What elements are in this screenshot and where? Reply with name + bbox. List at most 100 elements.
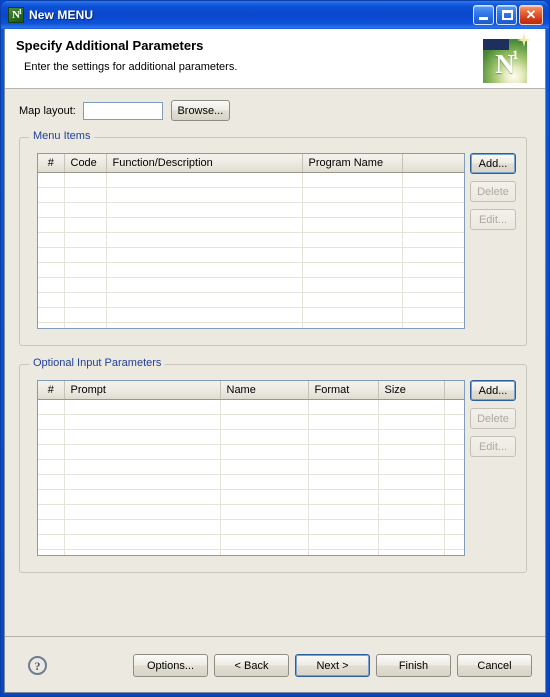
table-cell[interactable] (220, 474, 309, 490)
table-cell[interactable] (220, 429, 309, 445)
table-row[interactable] (38, 277, 464, 293)
column-header-format[interactable]: Format (308, 381, 379, 400)
table-cell[interactable] (444, 414, 464, 430)
maximize-button[interactable] (496, 5, 517, 25)
table-cell[interactable] (38, 262, 65, 278)
table-cell[interactable] (402, 202, 464, 218)
column-header-extra[interactable] (402, 154, 464, 173)
table-row[interactable] (38, 217, 464, 233)
table-row[interactable] (38, 414, 464, 430)
table-cell[interactable] (38, 489, 65, 505)
table-cell[interactable] (38, 399, 65, 415)
help-icon[interactable]: ? (28, 656, 47, 675)
column-header-function-description[interactable]: Function/Description (106, 154, 303, 173)
table-cell[interactable] (308, 474, 379, 490)
table-row[interactable] (38, 262, 464, 278)
optional-params-table[interactable]: # Prompt Name Format Size (37, 380, 465, 556)
table-cell[interactable] (378, 504, 445, 520)
table-cell[interactable] (220, 519, 309, 535)
table-row[interactable] (38, 292, 464, 308)
table-cell[interactable] (38, 474, 65, 490)
table-row[interactable] (38, 489, 464, 505)
optional-params-add-button[interactable]: Add... (470, 380, 516, 401)
table-cell[interactable] (378, 399, 445, 415)
table-row[interactable] (38, 307, 464, 323)
table-cell[interactable] (308, 519, 379, 535)
table-cell[interactable] (402, 172, 464, 188)
menu-items-table[interactable]: # Code Function/Description Program Name (37, 153, 465, 329)
table-cell[interactable] (38, 292, 65, 308)
table-cell[interactable] (220, 399, 309, 415)
table-cell[interactable] (308, 504, 379, 520)
table-cell[interactable] (302, 277, 403, 293)
table-cell[interactable] (378, 429, 445, 445)
table-cell[interactable] (402, 232, 464, 248)
table-cell[interactable] (106, 292, 303, 308)
table-row[interactable] (38, 534, 464, 550)
table-cell[interactable] (402, 262, 464, 278)
table-cell[interactable] (38, 217, 65, 233)
table-cell[interactable] (302, 217, 403, 233)
table-row[interactable] (38, 247, 464, 263)
browse-button[interactable]: Browse... (170, 100, 230, 121)
table-row[interactable] (38, 202, 464, 218)
column-header-program-name[interactable]: Program Name (302, 154, 403, 173)
map-layout-input[interactable] (82, 101, 163, 120)
table-cell[interactable] (64, 474, 221, 490)
column-header-name[interactable]: Name (220, 381, 309, 400)
table-cell[interactable] (220, 489, 309, 505)
column-header-number[interactable]: # (38, 381, 65, 400)
table-cell[interactable] (106, 322, 303, 328)
table-cell[interactable] (378, 549, 445, 555)
table-cell[interactable] (64, 217, 107, 233)
table-cell[interactable] (220, 504, 309, 520)
table-row[interactable] (38, 322, 464, 328)
column-header-code[interactable]: Code (64, 154, 107, 173)
table-cell[interactable] (308, 534, 379, 550)
table-cell[interactable] (64, 202, 107, 218)
title-bar[interactable]: N 1 New MENU ✕ (1, 1, 549, 29)
table-cell[interactable] (64, 187, 107, 203)
table-cell[interactable] (444, 504, 464, 520)
table-cell[interactable] (308, 549, 379, 555)
table-cell[interactable] (378, 414, 445, 430)
table-cell[interactable] (38, 519, 65, 535)
table-cell[interactable] (64, 444, 221, 460)
column-header-size[interactable]: Size (378, 381, 445, 400)
table-cell[interactable] (64, 399, 221, 415)
table-cell[interactable] (444, 534, 464, 550)
table-cell[interactable] (64, 292, 107, 308)
footer-button-options[interactable]: Options... (133, 654, 208, 677)
table-cell[interactable] (220, 549, 309, 555)
column-header-number[interactable]: # (38, 154, 65, 173)
table-cell[interactable] (302, 307, 403, 323)
table-cell[interactable] (64, 459, 221, 475)
table-cell[interactable] (38, 187, 65, 203)
table-cell[interactable] (106, 172, 303, 188)
column-header-prompt[interactable]: Prompt (64, 381, 221, 400)
table-row[interactable] (38, 172, 464, 188)
table-cell[interactable] (38, 549, 65, 555)
table-cell[interactable] (302, 292, 403, 308)
table-cell[interactable] (402, 217, 464, 233)
table-cell[interactable] (308, 444, 379, 460)
table-row[interactable] (38, 519, 464, 535)
table-cell[interactable] (302, 172, 403, 188)
table-row[interactable] (38, 429, 464, 445)
table-cell[interactable] (444, 444, 464, 460)
table-cell[interactable] (302, 322, 403, 328)
table-cell[interactable] (38, 277, 65, 293)
table-row[interactable] (38, 504, 464, 520)
close-button[interactable]: ✕ (519, 5, 543, 25)
table-cell[interactable] (308, 489, 379, 505)
table-cell[interactable] (402, 247, 464, 263)
table-cell[interactable] (444, 489, 464, 505)
table-cell[interactable] (302, 187, 403, 203)
column-header-extra[interactable] (444, 381, 464, 400)
table-row[interactable] (38, 549, 464, 555)
table-cell[interactable] (378, 459, 445, 475)
table-cell[interactable] (308, 414, 379, 430)
table-row[interactable] (38, 399, 464, 415)
table-cell[interactable] (106, 187, 303, 203)
table-cell[interactable] (444, 399, 464, 415)
